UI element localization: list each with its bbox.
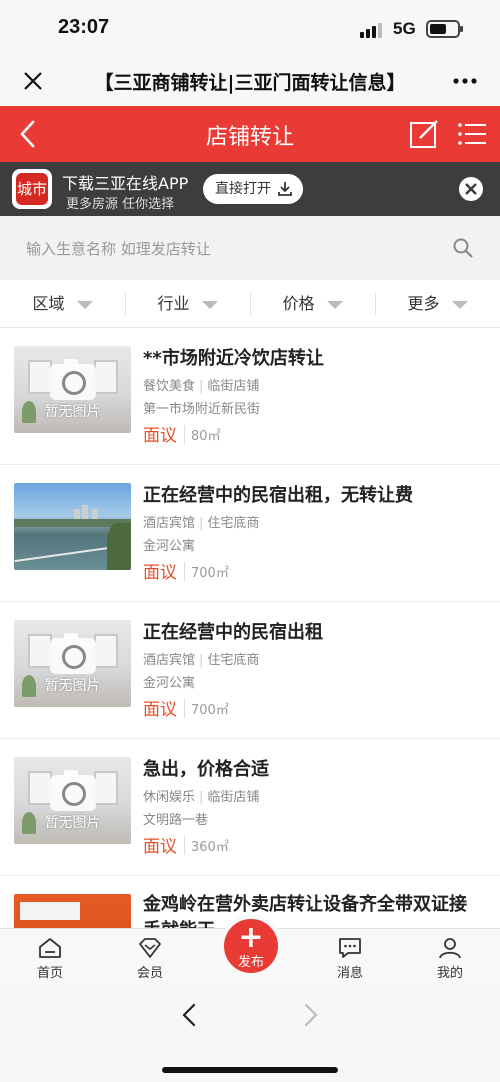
listing-address: 金河公寓 (143, 539, 196, 554)
camera-icon (50, 359, 96, 400)
filter-price[interactable]: 价格 (250, 280, 375, 328)
listing-tags: 休闲娱乐 | 临街店铺 (143, 790, 260, 805)
user-icon (439, 938, 461, 959)
tab-member[interactable]: 会员 (110, 929, 190, 981)
listing-item[interactable]: 暂无图片 急出，价格合适 休闲娱乐 | 临街店铺 文明路一巷 面议 360㎡ (0, 739, 500, 876)
listing-address: 文明路一巷 (143, 813, 209, 828)
no-image-label: 暂无图片 (44, 404, 101, 420)
status-bar: 23:07 5G (0, 0, 500, 58)
app-header: 店铺转让 (0, 106, 500, 162)
listing-price: 面议 (143, 426, 177, 446)
listing-item[interactable]: 暂无图片 **市场附近冷饮店转让 餐饮美食 | 临街店铺 第一市场附近新民街 面议 … (0, 328, 500, 465)
battery-icon (426, 20, 463, 38)
home-icon (39, 938, 61, 958)
more-options-icon[interactable] (450, 66, 480, 96)
banner-subtitle: 更多房源 任你选择 (66, 197, 175, 212)
browser-back-icon[interactable] (178, 1002, 202, 1028)
edit-icon[interactable] (408, 118, 440, 150)
status-time: 23:07 (58, 16, 110, 38)
listing-title: 正在经营中的民宿出租，无转让费 (143, 485, 413, 506)
listing-item[interactable]: 正在经营中的民宿出租，无转让费 酒店宾馆 | 住宅底商 金河公寓 面议 700㎡ (0, 465, 500, 602)
banner-title: 下载三亚在线APP (62, 174, 189, 193)
listing-title: **市场附近冷饮店转让 (143, 348, 324, 369)
listing-area: 360㎡ (184, 836, 229, 855)
search-area: 输入生意名称 如理发店转让 (0, 216, 500, 280)
open-app-button[interactable]: 直接打开 (203, 174, 303, 204)
caret-down-icon (326, 300, 343, 309)
diamond-icon (139, 938, 161, 958)
app-logo: 城市 (12, 169, 52, 209)
menu-icon[interactable] (456, 118, 488, 150)
tab-home[interactable]: 首页 (10, 929, 90, 981)
filter-bar: 区域 行业 价格 更多 (0, 280, 500, 328)
listing-price: 面议 (143, 700, 177, 720)
camera-icon (50, 633, 96, 674)
listing-area: 80㎡ (184, 425, 221, 444)
wechat-page-title: 【三亚商铺转让|三亚门面转让信息】 (94, 72, 406, 94)
app-download-banner: 城市 下载三亚在线APP 更多房源 任你选择 直接打开 (0, 162, 500, 216)
signal-icon (360, 22, 384, 38)
home-indicator (162, 1067, 338, 1073)
open-app-label: 直接打开 (215, 181, 271, 197)
network-type: 5G (393, 19, 416, 38)
caret-down-icon (201, 300, 218, 309)
bottom-tab-bar: 首页 会员 + 发布 消息 我的 (0, 919, 500, 986)
publish-button[interactable]: + 发布 (224, 919, 278, 973)
no-image-label: 暂无图片 (44, 815, 101, 831)
listing-tags: 酒店宾馆 | 住宅底商 (143, 516, 260, 531)
search-placeholder: 输入生意名称 如理发店转让 (26, 240, 211, 258)
download-icon (278, 182, 292, 196)
listing-thumbnail: 暂无图片 (14, 620, 131, 707)
caret-down-icon (76, 300, 93, 309)
search-icon[interactable] (452, 237, 474, 259)
listing-item[interactable]: 暂无图片 正在经营中的民宿出租 酒店宾馆 | 住宅底商 金河公寓 面议 700㎡ (0, 602, 500, 739)
listing-area: 700㎡ (184, 699, 229, 718)
no-image-label: 暂无图片 (44, 678, 101, 694)
plus-icon: + (238, 920, 264, 955)
listing-price: 面议 (143, 837, 177, 857)
listing-title: 正在经营中的民宿出租 (143, 622, 323, 643)
close-banner-icon[interactable] (459, 177, 483, 201)
filter-more[interactable]: 更多 (375, 280, 500, 328)
search-input[interactable]: 输入生意名称 如理发店转让 (12, 228, 488, 268)
tab-messages[interactable]: 消息 (310, 929, 390, 981)
listing-title: 急出，价格合适 (143, 759, 269, 780)
listing-tags: 酒店宾馆 | 住宅底商 (143, 653, 260, 668)
browser-navigation (0, 986, 500, 1082)
wechat-title-bar: 【三亚商铺转让|三亚门面转让信息】 (0, 58, 500, 106)
listing-thumbnail (14, 483, 131, 570)
listing-price: 面议 (143, 563, 177, 583)
message-icon (339, 938, 361, 958)
listing-thumbnail: 暂无图片 (14, 757, 131, 844)
listing-area: 700㎡ (184, 562, 229, 581)
filter-region[interactable]: 区域 (0, 280, 125, 328)
listing-address: 金河公寓 (143, 676, 196, 691)
close-icon[interactable] (18, 66, 48, 96)
listing-thumbnail: 暂无图片 (14, 346, 131, 433)
browser-forward-icon[interactable] (298, 1002, 322, 1028)
filter-industry[interactable]: 行业 (125, 280, 250, 328)
listing-tags: 餐饮美食 | 临街店铺 (143, 379, 260, 394)
caret-down-icon (451, 300, 468, 309)
camera-icon (50, 770, 96, 811)
tab-mine[interactable]: 我的 (410, 929, 490, 981)
listing-address: 第一市场附近新民街 (143, 402, 261, 417)
